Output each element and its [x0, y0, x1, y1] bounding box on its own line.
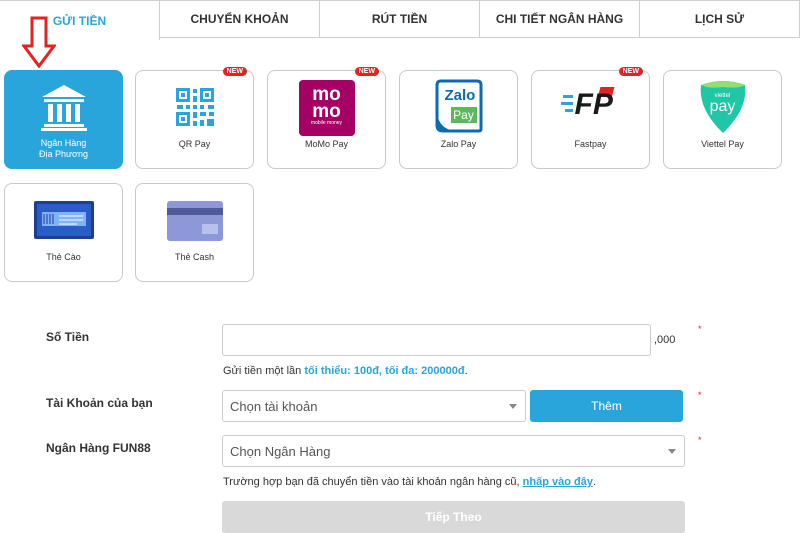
bank-label: Ngân Hàng FUN88 [46, 441, 151, 455]
viettelpay-logo: viettel pay [698, 79, 748, 135]
tab-rut-tien[interactable]: RÚT TIỀN [320, 0, 480, 38]
amount-limit-hint: Gửi tiền một lần tối thiểu: 100đ, tối đa… [223, 365, 468, 377]
tab-chuyen-khoan[interactable]: CHUYỂN KHOẢN [160, 0, 320, 38]
method-momo-pay[interactable]: NEW mo mo mobile money MoMo Pay [267, 67, 386, 169]
old-bank-hint: Trường hợp bạn đã chuyển tiền vào tài kh… [223, 476, 597, 488]
click-here-link[interactable]: nhấp vào đây [523, 476, 593, 488]
method-label: QR Pay [178, 139, 211, 149]
momo-logo: mo mo mobile money [298, 80, 355, 136]
required-mark: * [698, 390, 702, 400]
account-select-value: Chọn tài khoản [230, 398, 318, 414]
method-label: Viettel Pay [701, 139, 744, 149]
new-badge: NEW [354, 67, 379, 76]
method-label: Fastpay [574, 139, 607, 149]
required-mark: * [698, 435, 702, 445]
method-qr-pay[interactable]: NEW QR Pay [135, 67, 254, 169]
method-label: Thẻ Cash [174, 252, 215, 262]
amount-suffix: ,000 [654, 334, 676, 346]
red-arrow-down-icon [22, 16, 56, 68]
scratch-card-icon [33, 201, 94, 239]
tab-chi-tiet-ngan-hang[interactable]: CHI TIẾT NGÂN HÀNG [480, 0, 640, 38]
method-label: MoMo Pay [304, 139, 348, 149]
deposit-tabs: GỬI TIỀN CHUYỂN KHOẢN RÚT TIỀN CHI TIẾT … [0, 0, 800, 40]
method-the-cao[interactable]: Thẻ Cào [4, 183, 123, 282]
qr-code-icon [175, 88, 214, 126]
account-label: Tài Khoản của bạn [46, 396, 153, 410]
new-badge: NEW [618, 67, 643, 76]
method-fastpay[interactable]: NEW FP Fastpay [531, 67, 650, 169]
cash-card-icon [166, 201, 223, 241]
account-select[interactable]: Chọn tài khoản [222, 390, 526, 422]
chevron-down-icon [509, 404, 517, 409]
bank-select[interactable]: Chọn Ngân Hàng [222, 435, 685, 467]
method-zalo-pay[interactable]: Zalo Pay Zalo Pay [399, 70, 518, 169]
amount-label: Số Tiền [46, 330, 90, 344]
fastpay-logo: FP [560, 85, 621, 125]
chevron-down-icon [668, 449, 676, 454]
next-button[interactable]: Tiếp Theo [222, 501, 685, 533]
bank-icon [40, 85, 87, 131]
method-label: Thẻ Cào [46, 252, 81, 262]
bank-select-value: Chọn Ngân Hàng [230, 443, 331, 459]
method-label: Zalo Pay [440, 139, 477, 149]
method-the-cash[interactable]: Thẻ Cash [135, 183, 254, 282]
method-label: Ngân Hàng Địa Phương [39, 138, 88, 159]
zalopay-logo: Zalo Pay [433, 79, 485, 133]
amount-input[interactable] [222, 324, 651, 356]
method-local-bank[interactable]: Ngân Hàng Địa Phương [4, 70, 123, 169]
new-badge: NEW [222, 67, 247, 76]
add-account-button[interactable]: Thêm [530, 390, 683, 422]
method-viettel-pay[interactable]: viettel pay Viettel Pay [663, 70, 782, 169]
required-mark: * [698, 324, 702, 334]
tab-lich-su[interactable]: LỊCH SỬ [640, 0, 800, 38]
